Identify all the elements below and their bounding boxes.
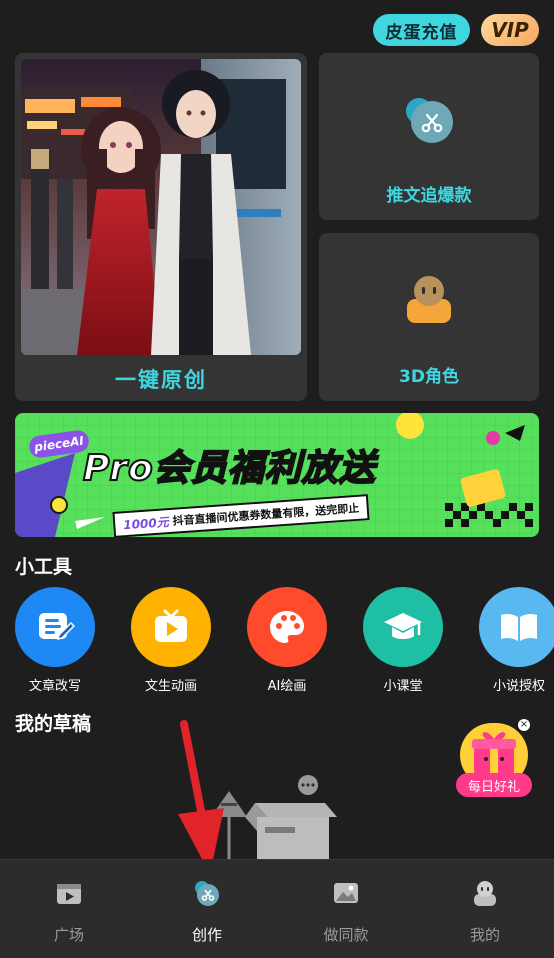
graduation-cap-icon (363, 587, 443, 667)
tools-section-title: 小工具 (15, 556, 73, 578)
film-icon (54, 878, 84, 908)
tool-label: 文生动画 (144, 679, 197, 694)
user-icon (470, 878, 500, 908)
3d-character-card[interactable]: 3D角色 (319, 233, 539, 401)
character-avatar-icon (405, 273, 453, 325)
red-arrow-annotation-icon (170, 718, 230, 878)
pro-membership-banner[interactable]: pieceAI Pro会员福利放送 1000元 抖音直播间优惠券数量有限，送完即… (15, 413, 539, 537)
open-book-icon (479, 587, 554, 667)
3d-character-label: 3D角色 (399, 367, 459, 387)
tool-label: AI绘画 (267, 679, 307, 694)
vip-button[interactable]: VIP (481, 14, 539, 46)
nav-item-same-style[interactable]: 做同款 (277, 860, 415, 958)
close-icon[interactable]: × (518, 719, 530, 731)
palette-icon (247, 587, 327, 667)
tool-label: 小说授权 (492, 679, 545, 694)
trending-script-label: 推文追爆款 (386, 186, 472, 206)
trending-script-card[interactable]: 推文追爆款 (319, 53, 539, 220)
anime-couple-image (21, 59, 301, 355)
tool-label: 小课堂 (383, 679, 423, 694)
drafts-section-title: 我的草稿 (15, 713, 92, 735)
nav-item-create[interactable]: 创作 (138, 860, 276, 958)
edit-document-icon (15, 587, 95, 667)
scissors-icon (192, 878, 222, 908)
nav-item-plaza[interactable]: 广场 (0, 860, 138, 958)
nav-label: 创作 (191, 926, 222, 944)
tool-label: 文章改写 (28, 679, 81, 694)
daily-gift-widget[interactable]: 每日好礼 × (456, 719, 532, 803)
bottom-navigation: 广场 创作 做同款 我的 (0, 859, 554, 958)
banner-subtitle-highlight: 1000元 (122, 514, 170, 532)
tool-novel-license[interactable]: 小说授权 (464, 587, 554, 697)
recharge-button[interactable]: 皮蛋充值 (373, 14, 470, 46)
nav-label: 我的 (469, 926, 500, 944)
one-click-original-card[interactable]: 一键原创 (15, 53, 307, 401)
nav-item-mine[interactable]: 我的 (416, 860, 554, 958)
scissors-badge-icon (405, 97, 453, 145)
banner-title: Pro会员福利放送 (82, 447, 376, 490)
tool-text-to-animation[interactable]: 文生动画 (116, 587, 226, 697)
nav-label: 广场 (53, 926, 84, 944)
one-click-original-label: 一键原创 (115, 368, 207, 392)
image-icon (331, 878, 361, 908)
nav-label: 做同款 (323, 926, 369, 944)
daily-gift-label: 每日好礼 (456, 773, 532, 797)
tv-play-icon (131, 587, 211, 667)
tool-mini-class[interactable]: 小课堂 (348, 587, 458, 697)
tool-article-rewrite[interactable]: 文章改写 (0, 587, 110, 697)
tool-ai-painting[interactable]: AI绘画 (232, 587, 342, 697)
